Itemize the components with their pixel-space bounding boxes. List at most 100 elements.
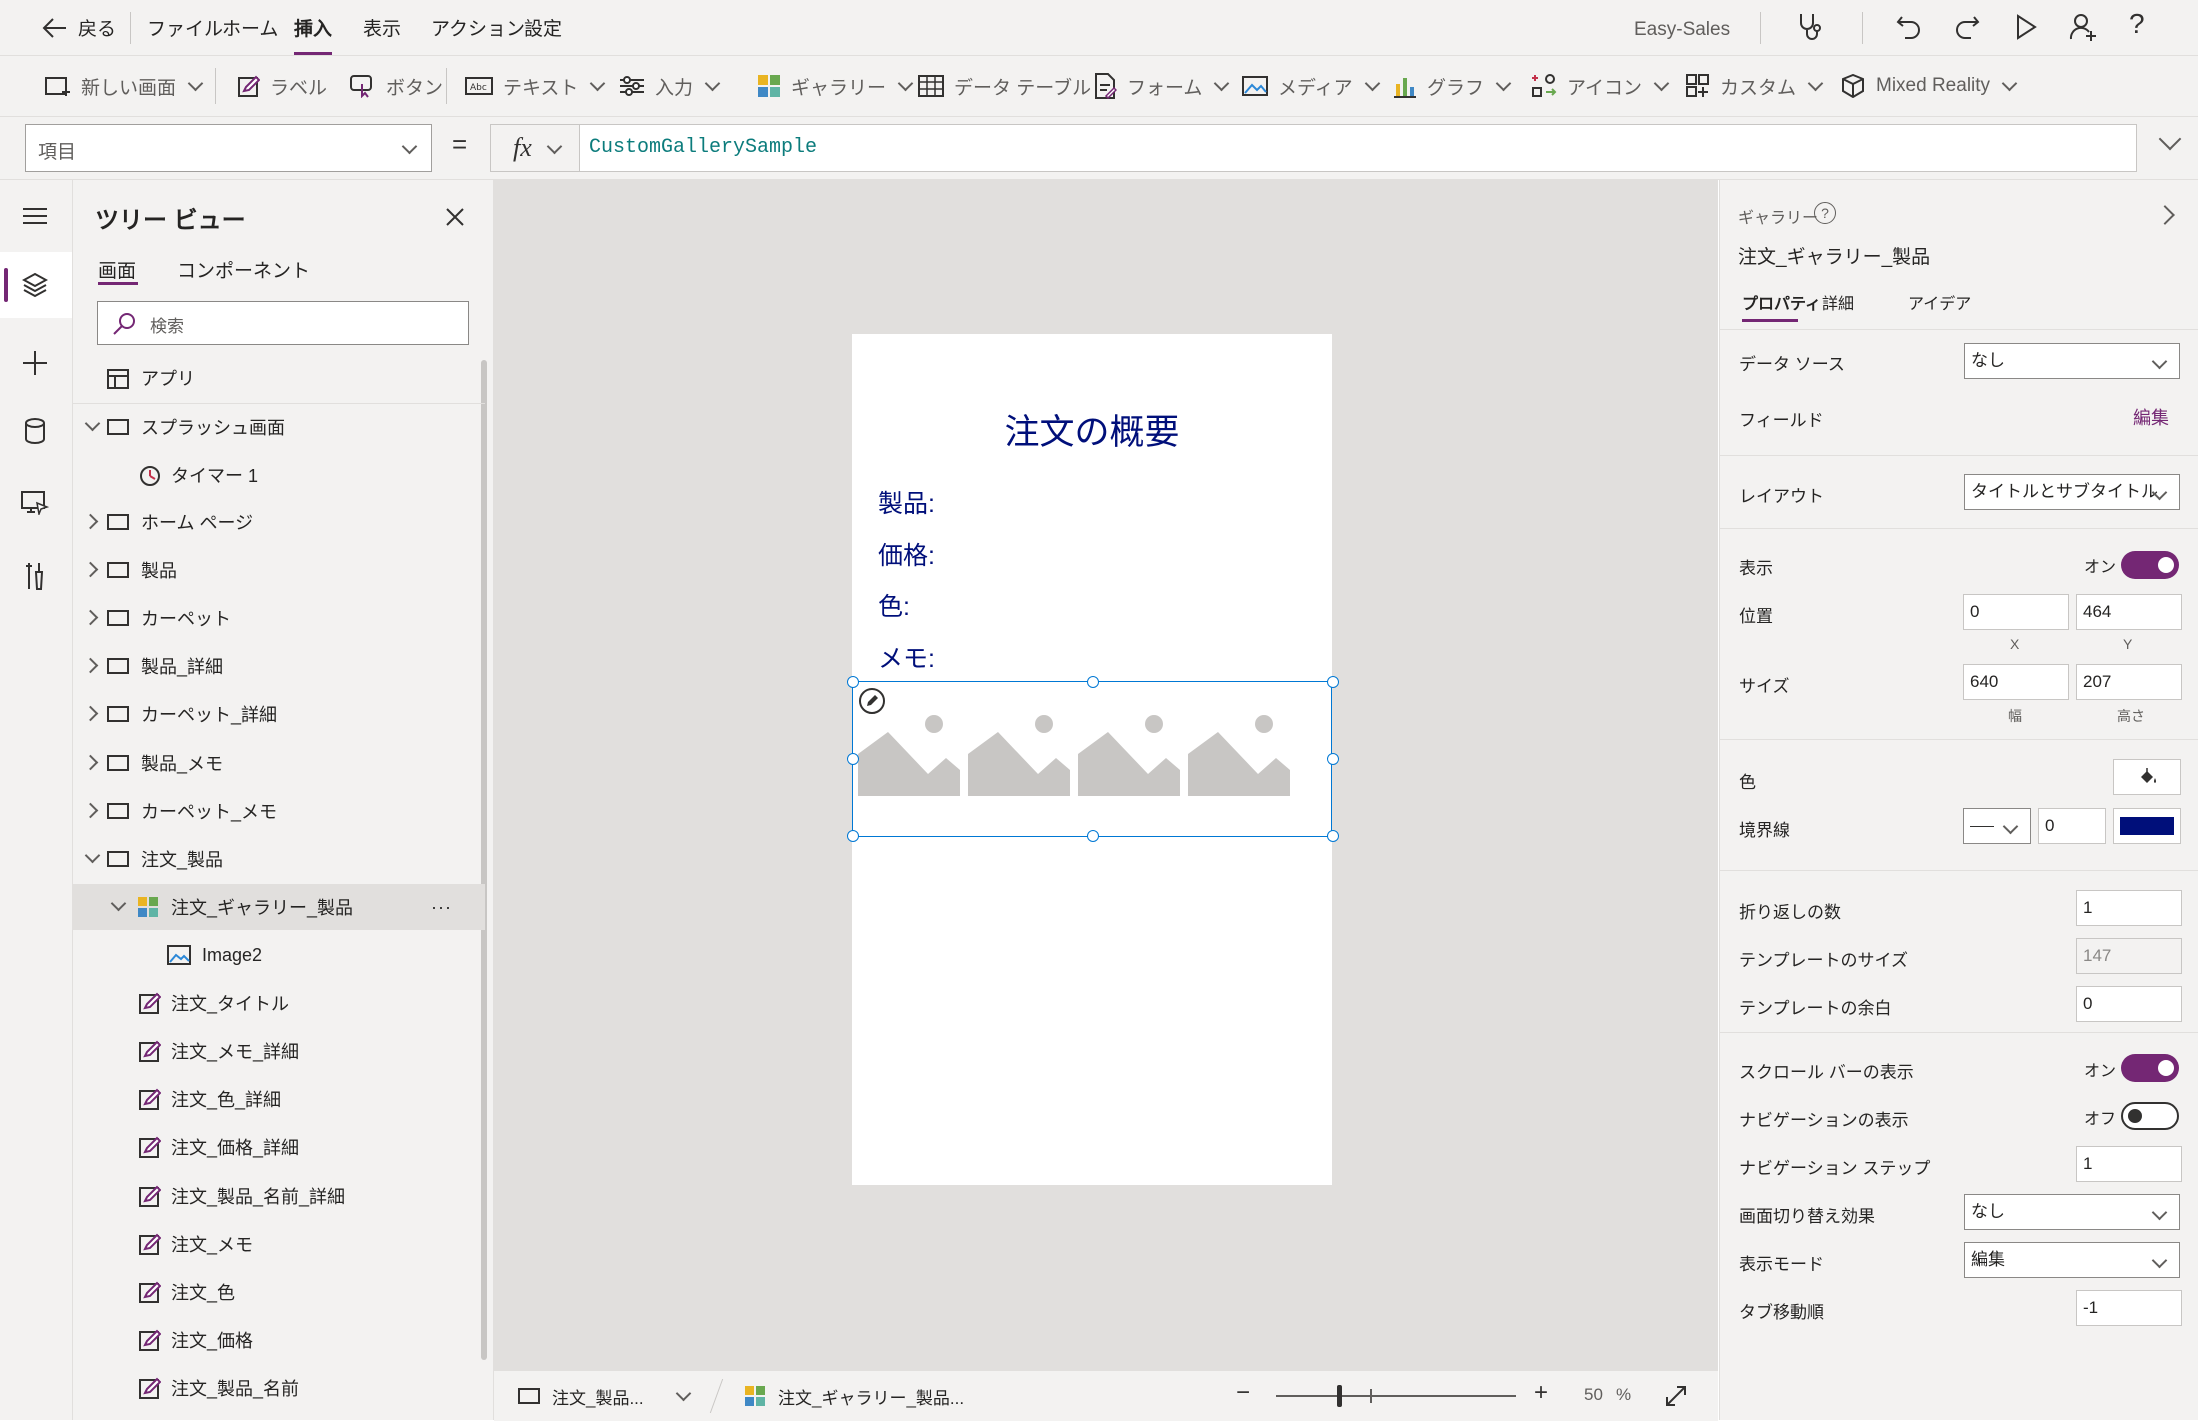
chevron-right-icon[interactable]	[82, 657, 99, 674]
media-library-icon[interactable]	[21, 491, 49, 515]
new-screen-button[interactable]: 新しい画面	[45, 56, 204, 116]
zoom-out-icon[interactable]: −	[1236, 1379, 1250, 1407]
fields-edit-link[interactable]: 編集	[2133, 404, 2169, 430]
tab-components[interactable]: コンポーネント	[177, 256, 310, 283]
chevron-right-icon[interactable]	[82, 561, 99, 578]
resize-handle-l[interactable]	[847, 753, 859, 765]
height-input[interactable]: 207	[2076, 664, 2182, 700]
chevron-down-icon[interactable]	[84, 847, 101, 864]
tree-item-order-product-name[interactable]: 注文_製品_名前	[73, 1365, 485, 1411]
resize-handle-t[interactable]	[1087, 676, 1099, 688]
tree-item-carpet[interactable]: カーペット	[73, 595, 485, 641]
tree-item-order-products[interactable]: 注文_製品	[73, 836, 485, 882]
chevron-down-icon[interactable]	[675, 1385, 691, 1401]
resize-handle-tr[interactable]	[1327, 676, 1339, 688]
tree-item-carpet-memo[interactable]: カーペット_メモ	[73, 788, 485, 834]
tools-icon[interactable]	[24, 562, 46, 590]
zoom-in-icon[interactable]: +	[1534, 1379, 1548, 1407]
collapse-panel-icon[interactable]	[2155, 205, 2175, 225]
width-input[interactable]: 640	[1963, 664, 2069, 700]
menu-file[interactable]: ファイル	[147, 0, 223, 55]
gallery-image[interactable]	[968, 694, 1070, 796]
chart-button[interactable]: グラフ	[1393, 56, 1512, 116]
zoom-slider-thumb[interactable]	[1337, 1385, 1342, 1407]
product-label[interactable]: 製品:	[878, 484, 935, 520]
help-icon[interactable]: ?	[1814, 202, 1836, 224]
text-button[interactable]: Abc テキスト	[465, 56, 606, 116]
border-width-input[interactable]: 0	[2038, 808, 2106, 844]
chevron-right-icon[interactable]	[82, 513, 99, 530]
button-button[interactable]: ボタン	[350, 56, 443, 116]
tree-item-order-memo[interactable]: 注文_メモ	[73, 1221, 485, 1267]
memo-label[interactable]: メモ:	[878, 639, 935, 675]
visible-toggle[interactable]	[2121, 551, 2179, 579]
formula-input[interactable]: fx CustomGallerySample	[490, 124, 2137, 172]
menu-insert[interactable]: 挿入	[294, 0, 333, 55]
wrap-count-input[interactable]: 1	[2076, 890, 2182, 926]
tab-index-input[interactable]: -1	[2076, 1290, 2182, 1326]
property-dropdown[interactable]: 項目	[25, 124, 432, 172]
gallery-button[interactable]: ギャラリー	[757, 56, 914, 116]
fx-button[interactable]: fx	[491, 125, 580, 171]
color-label[interactable]: 色:	[878, 587, 910, 623]
tree-item-order-color-detail[interactable]: 注文_色_詳細	[73, 1076, 485, 1122]
resize-handle-b[interactable]	[1087, 830, 1099, 842]
template-padding-input[interactable]: 0	[2076, 986, 2182, 1022]
chevron-right-icon[interactable]	[82, 609, 99, 626]
tree-item-carpet-details[interactable]: カーペット_詳細	[73, 691, 485, 737]
help-icon[interactable]: ?	[2129, 8, 2145, 40]
undo-icon[interactable]	[1895, 13, 1923, 41]
fit-to-window-icon[interactable]	[1664, 1384, 1688, 1408]
form-button[interactable]: フォーム	[1093, 56, 1230, 116]
back-button[interactable]: 戻る	[42, 0, 116, 55]
resize-handle-bl[interactable]	[847, 830, 859, 842]
menu-action[interactable]: アクション	[431, 0, 525, 55]
tree-item-app[interactable]: アプリ	[73, 355, 485, 401]
tree-item-order-gallery[interactable]: 注文_ギャラリー_製品 ···	[73, 884, 485, 930]
chevron-right-icon[interactable]	[82, 705, 99, 722]
tree-item-timer[interactable]: タイマー 1	[73, 452, 485, 498]
more-options-icon[interactable]: ···	[431, 897, 452, 918]
tree-item-image2[interactable]: Image2	[73, 932, 485, 978]
input-button[interactable]: 入力	[619, 56, 721, 116]
control-breadcrumb[interactable]: 注文_ギャラリー_製品...	[744, 1371, 964, 1421]
menu-settings[interactable]: 設定	[524, 0, 562, 55]
order-summary-title[interactable]: 注文の概要	[852, 404, 1332, 455]
tree-item-order-color[interactable]: 注文_色	[73, 1269, 485, 1315]
play-icon[interactable]	[2014, 14, 2038, 40]
border-color-picker[interactable]	[2113, 808, 2181, 844]
tree-item-order-price-detail[interactable]: 注文_価格_詳細	[73, 1124, 485, 1170]
border-style-dropdown[interactable]	[1963, 808, 2031, 844]
custom-button[interactable]: カスタム	[1686, 56, 1824, 116]
data-source-dropdown[interactable]: なし	[1964, 343, 2180, 379]
layout-dropdown[interactable]: タイトルとサブタイトル	[1964, 474, 2180, 510]
plus-icon[interactable]	[22, 350, 48, 376]
expand-formula-icon[interactable]	[2158, 127, 2182, 151]
hamburger-icon[interactable]	[22, 207, 48, 225]
display-mode-dropdown[interactable]: 編集	[1964, 1242, 2180, 1278]
resize-handle-tl[interactable]	[847, 676, 859, 688]
data-table-button[interactable]: データ テーブル	[918, 56, 1091, 116]
template-size-input[interactable]: 147	[2076, 938, 2182, 974]
chevron-right-icon[interactable]	[82, 754, 99, 771]
scrollbar-toggle[interactable]	[2121, 1054, 2179, 1082]
tab-properties[interactable]: プロパティ	[1742, 290, 1821, 314]
gallery-image[interactable]	[1188, 694, 1290, 796]
tree-view-rail-button[interactable]	[0, 252, 72, 318]
position-y-input[interactable]: 464	[2076, 594, 2182, 630]
share-user-icon[interactable]	[2069, 12, 2099, 42]
tree-item-order-product-name-detail[interactable]: 注文_製品_名前_詳細	[73, 1173, 485, 1219]
screen-breadcrumb[interactable]: 注文_製品...	[518, 1371, 691, 1421]
tree-item-order-title[interactable]: 注文_タイトル	[73, 980, 485, 1026]
tab-ideas[interactable]: アイデア	[1908, 290, 1971, 314]
database-icon[interactable]	[24, 418, 46, 444]
edit-template-button[interactable]	[859, 688, 885, 714]
close-icon[interactable]	[445, 207, 465, 227]
position-x-input[interactable]: 0	[1963, 594, 2069, 630]
tree-item-products[interactable]: 製品	[73, 547, 485, 593]
order-gallery[interactable]	[852, 681, 1332, 837]
fill-color-picker[interactable]	[2113, 759, 2181, 795]
tree-item-splash-screen[interactable]: スプラッシュ画面	[73, 404, 485, 450]
gallery-image[interactable]	[1078, 694, 1180, 796]
resize-handle-r[interactable]	[1327, 753, 1339, 765]
